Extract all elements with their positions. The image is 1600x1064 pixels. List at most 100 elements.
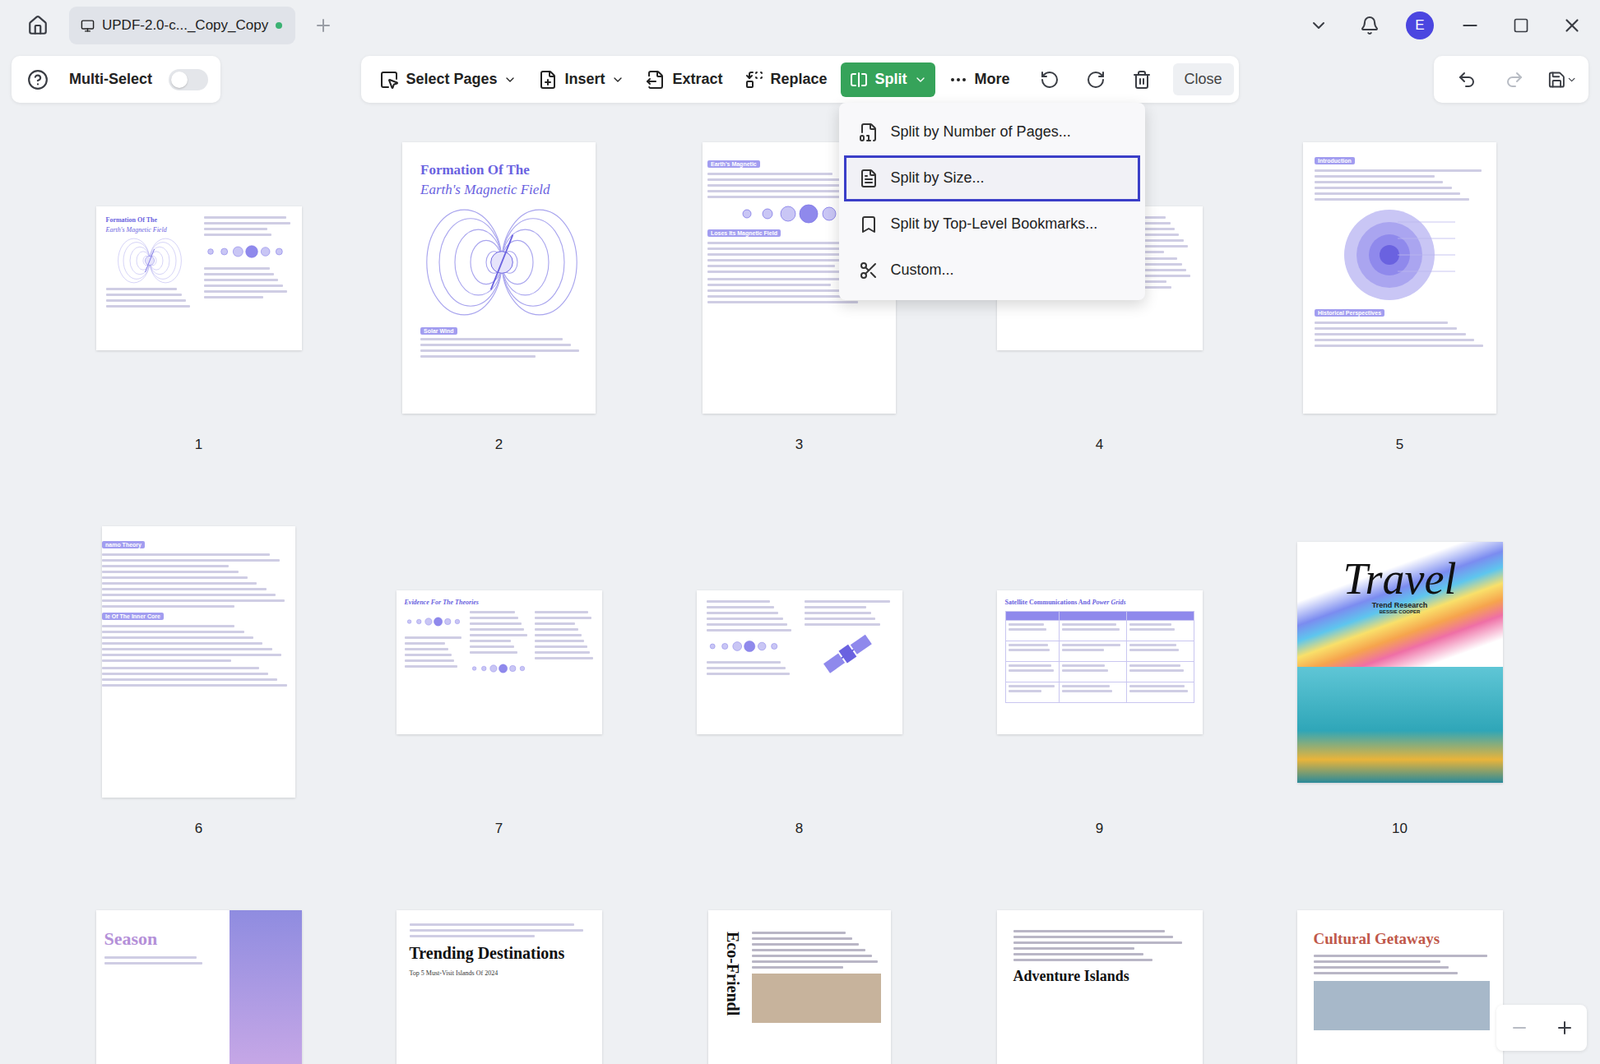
split-menu-item[interactable]: Split by Number of Pages... [844,109,1141,156]
zoom-out-button[interactable] [1504,1013,1535,1044]
multi-select-toggle[interactable] [168,69,209,91]
split-menu-item[interactable]: Custom... [844,247,1141,294]
split-button[interactable]: Split [840,62,936,98]
minimize-icon [1459,14,1481,37]
select-pages-button[interactable]: Select Pages [371,62,525,98]
select-pages-icon [379,69,399,90]
page-thumbnail[interactable]: Trending DestinationsTop 5 Must-Visit Is… [396,910,603,1064]
page-toolbar: Select PagesInsertExtractReplaceSplitSpl… [361,55,1239,103]
satellite-icon [819,630,877,680]
page-thumbnail[interactable]: Adventure Islands [997,910,1203,1064]
trash-icon [1131,69,1152,90]
home-icon [27,14,49,37]
rotate-left-button[interactable] [1034,64,1065,95]
page-cell: Eco-Friendl [649,910,950,1064]
text-lines [1129,685,1192,693]
rotate-right-button[interactable] [1080,64,1111,95]
text-lines [420,338,583,358]
page-thumbnail[interactable]: Satellite Communications And Power Grids [997,590,1203,735]
insert-button[interactable]: Insert [529,62,633,98]
delete-button[interactable] [1126,64,1157,95]
split-menu: Split by Number of Pages...Split by Size… [839,102,1146,301]
more-button[interactable]: More [940,62,1019,98]
multi-select-panel: Multi-Select [11,55,221,103]
rotate-right-icon [1085,69,1106,90]
text-lines [706,600,795,632]
tabs-dropdown[interactable] [1303,10,1334,41]
page-title: Eco-Friendl [723,932,743,1064]
text-lines [1008,644,1058,652]
page-number: 1 [194,436,203,454]
select-pages-item: Select Pages [371,62,525,98]
page-cell: TravelTrend ResearchBESSIE COOPER10 [1249,526,1550,838]
zoom-in-button[interactable] [1549,1013,1580,1044]
document-tab[interactable]: UPDF-2.0-c..._Copy_Copy [69,6,296,45]
magnetic-field-icon [112,236,187,286]
page-table [1005,611,1195,704]
minimize-button[interactable] [1455,10,1485,41]
help-button[interactable] [23,64,53,95]
insert-icon [537,69,558,90]
help-icon [27,69,49,91]
page-number: 2 [495,436,503,454]
insert-item: Insert [529,62,633,98]
history-panel [1433,55,1589,103]
close-button[interactable]: Close [1173,63,1234,96]
text-lines [106,287,195,308]
split-option-icon [858,122,879,143]
page-tag: Historical Perspectives [1314,309,1385,317]
text-lines [1008,623,1058,631]
zoom-in-icon [1554,1018,1575,1039]
save-button[interactable] [1547,64,1577,95]
page-number: 5 [1395,436,1404,454]
page-cell: Trending DestinationsTop 5 Must-Visit Is… [348,910,650,1064]
plus-icon [313,15,334,36]
page-cell: Introduction Historical Perspectives 5 [1249,142,1550,454]
page-thumbnail[interactable]: Evidence For The Theories [396,590,603,735]
text-lines [104,956,222,965]
page-cell: Formation Of TheEarth's Magnetic Field 1 [48,142,349,454]
undo-button[interactable] [1451,64,1482,95]
page-thumbnail[interactable]: Cultural Getaways [1297,910,1503,1064]
replace-button[interactable]: Replace [736,62,836,98]
text-lines [1062,664,1124,673]
redo-icon [1504,69,1525,90]
more-icon [948,69,969,90]
page-thumbnail[interactable] [696,590,903,735]
updf-window: UPDF-2.0-c..._Copy_Copy E Multi-Select Sele… [0,0,1600,1064]
page-number: 6 [194,820,203,838]
home-button[interactable] [23,10,53,41]
page-thumbnail[interactable]: Introduction Historical Perspectives [1303,142,1497,414]
split-menu-item[interactable]: Split by Size... [844,155,1141,202]
rotate-left-icon [1039,69,1060,90]
redo-button[interactable] [1499,64,1530,95]
close-icon [1561,14,1583,37]
text-lines [804,600,893,627]
page-title: Cultural Getaways [1313,930,1490,949]
account-avatar[interactable]: E [1405,11,1434,40]
maximize-button[interactable] [1506,10,1536,41]
notifications-button[interactable] [1354,10,1385,41]
page-thumbnail[interactable]: TravelTrend ResearchBESSIE COOPER [1297,542,1503,784]
extract-button[interactable]: Extract [637,62,731,98]
close-window-button[interactable] [1557,10,1587,41]
text-lines [1314,169,1489,201]
gradient-block [229,910,302,1064]
zoom-out-icon [1509,1018,1530,1039]
text-lines [204,216,293,237]
save-icon [1547,69,1567,90]
page-thumbnail[interactable]: Season [96,910,302,1064]
page-title: Adventure Islands [1013,968,1190,986]
new-tab-button[interactable] [308,10,339,41]
extract-item: Extract [637,62,731,98]
page-thumbnail[interactable]: namo Theoryle Of The Inner Core [102,526,296,798]
page-thumbnail[interactable]: Formation Of TheEarth's Magnetic Field [96,206,302,351]
text-lines [1129,623,1192,631]
text-lines [1062,623,1124,631]
split-menu-item[interactable]: Split by Top-Level Bookmarks... [844,201,1141,248]
page-thumbnail[interactable]: Eco-Friendl [708,910,891,1064]
page-cell: 8 [649,526,950,838]
page-tag: Introduction [1314,157,1355,165]
page-thumbnail[interactable]: Formation Of TheEarth's Magnetic FieldSo… [402,142,596,414]
page-tag: Loses Its Magnetic Field [707,229,781,237]
